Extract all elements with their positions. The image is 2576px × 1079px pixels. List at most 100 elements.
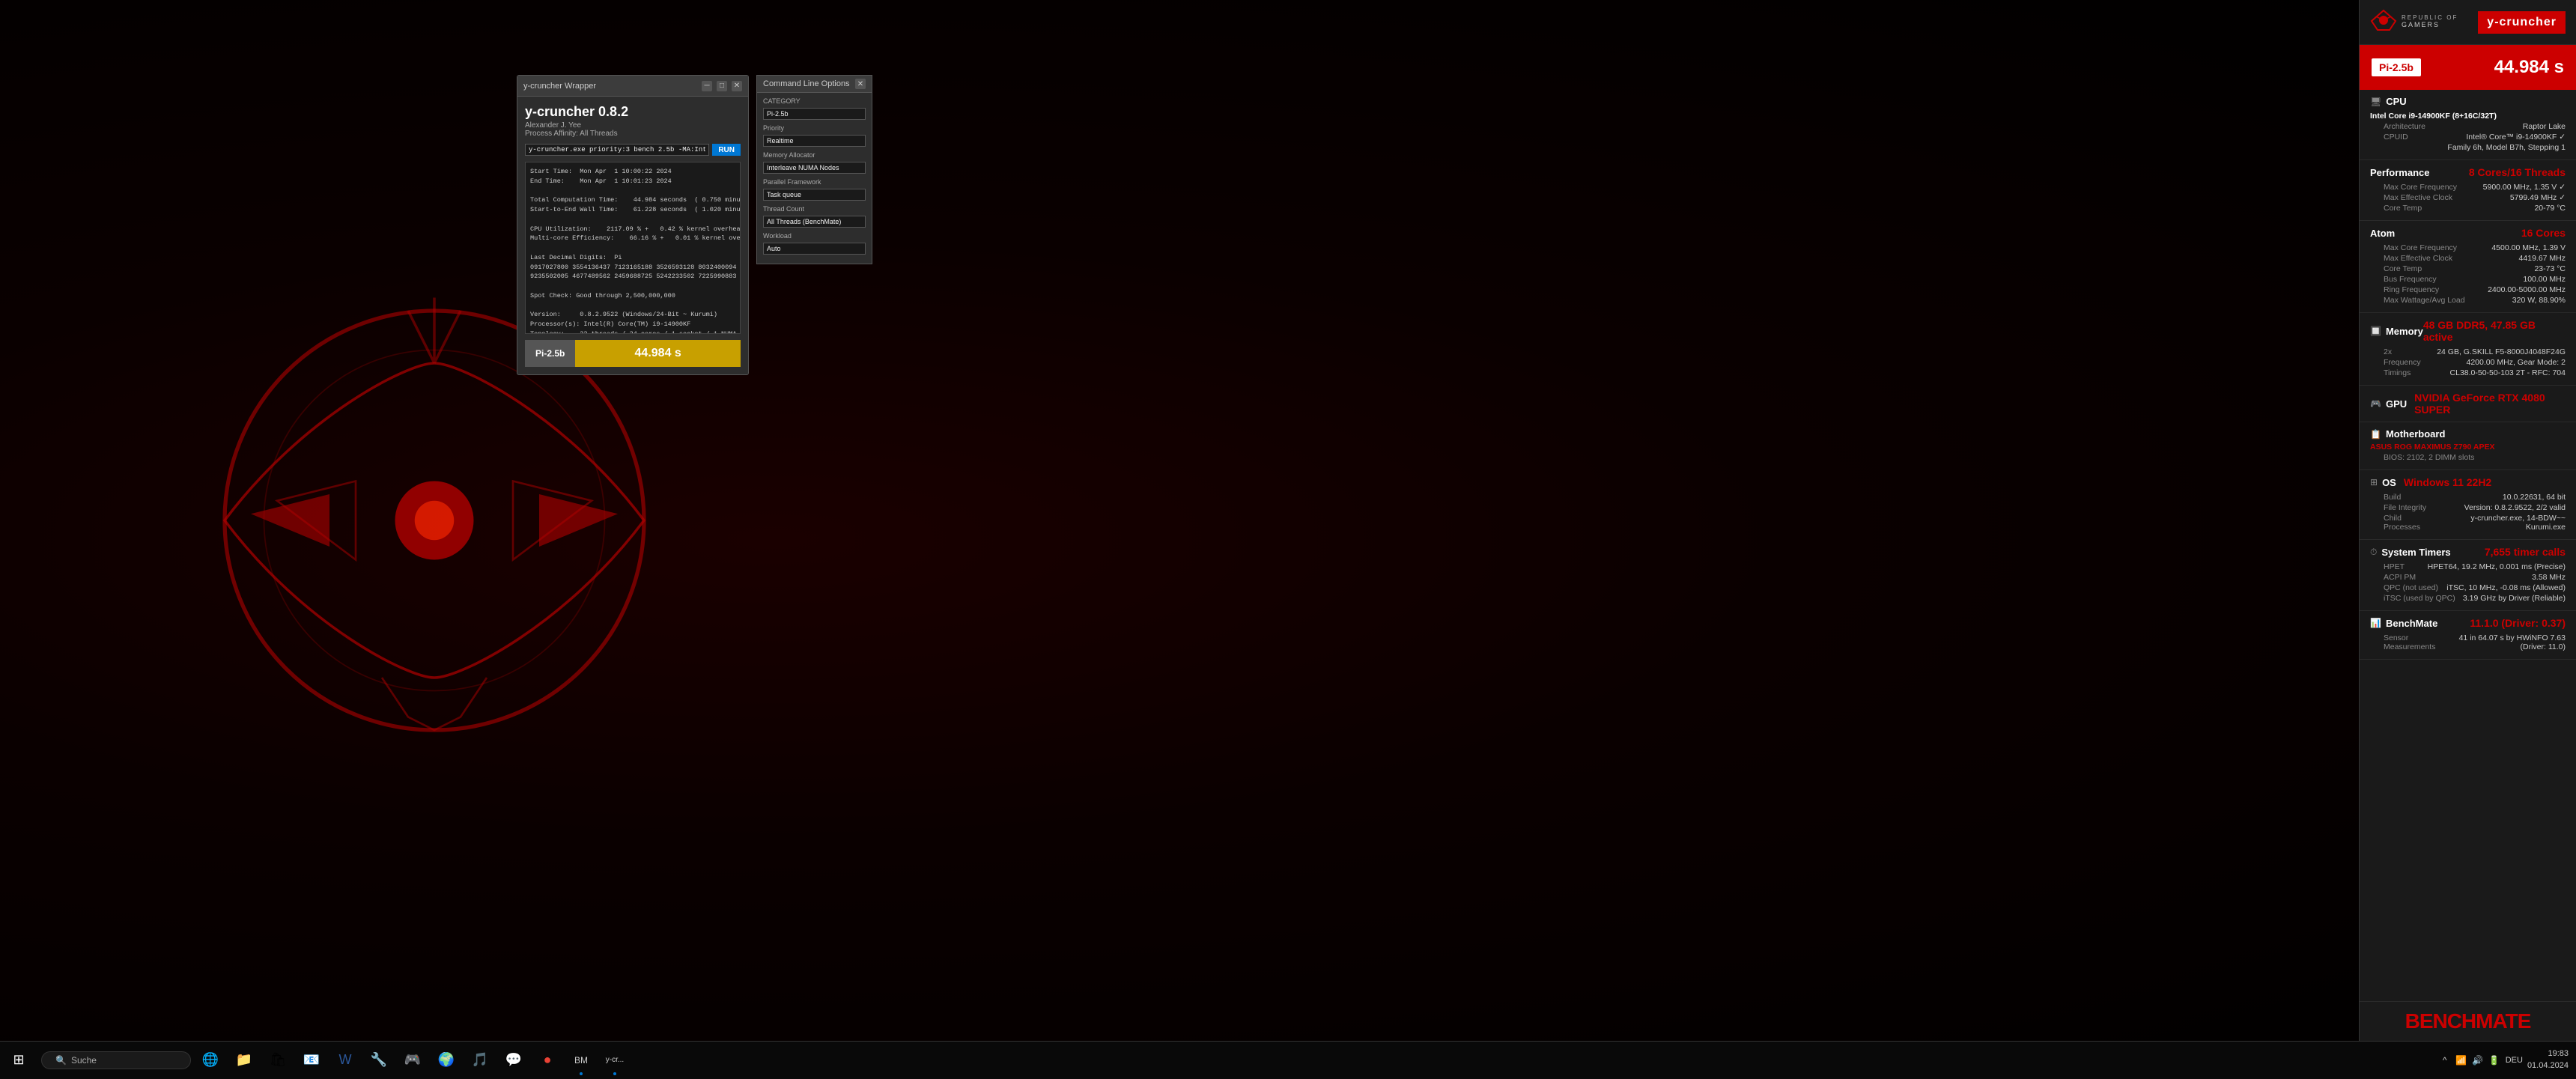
benchmate-icon: 📊 [2370, 618, 2381, 628]
bm-timers-header: ⏱ System Timers 7,655 timer calls [2370, 546, 2566, 558]
taskbar-mail[interactable]: 📧 [295, 1044, 328, 1077]
output-line-4: Total Computation Time: 44.984 seconds (… [530, 195, 735, 205]
desktop: y-cruncher Wrapper ─ □ ✕ y-cruncher 0.8.… [0, 0, 2576, 1078]
start-button[interactable]: ⊞ [0, 1042, 37, 1079]
max-eff-clock-value: 5799.49 MHz ✓ [2510, 193, 2566, 202]
taskbar-store[interactable]: 🛍 [261, 1044, 294, 1077]
taskbar-edge[interactable]: 🌐 [194, 1044, 227, 1077]
output-line-16: Version: 0.8.2.9522 (Windows/24-Bit ~ Ku… [530, 310, 735, 320]
clock-date: 01.04.2024 [2527, 1060, 2569, 1072]
bm-body: 🖥 CPU Intel Core i9-14900KF (8+16C/32T) … [2360, 90, 2576, 1001]
output-terminal: Start Time: Mon Apr 1 10:00:22 2024 End … [525, 162, 741, 334]
cpu-arch-label: Architecture [2370, 122, 2425, 131]
atom-core-freq-value: 4500.00 MHz, 1.39 V [2491, 243, 2566, 252]
clock-time: 19:83 [2527, 1048, 2569, 1060]
max-core-freq-label: Max Core Frequency [2370, 183, 2457, 192]
taskbar-app3[interactable]: 🌍 [430, 1044, 463, 1077]
bm-os-child-row: Child Processes y-cruncher.exe, 14-BDW~~… [2370, 514, 2566, 532]
taskbar-search-box[interactable]: 🔍 Suche [41, 1051, 191, 1069]
taskbar-clock: 19:83 01.04.2024 [2527, 1048, 2569, 1072]
timer-icon: ⏱ [2370, 547, 2377, 558]
atom-core-temp-label: Core Temp [2370, 264, 2422, 273]
output-line-15 [530, 301, 735, 311]
bm-cpu-family-row: Family 6h, Model B7h, Stepping 1 [2370, 143, 2566, 152]
mem-timings-value: CL38.0-50-50-103 2T - RFC: 704 [2450, 368, 2566, 377]
close-button[interactable]: ✕ [732, 81, 742, 91]
mb-name: ASUS ROG MAXIMUS Z790 APEX [2370, 443, 2494, 452]
cpu-arch-value: Raptor Lake [2523, 122, 2566, 131]
bm-footer: BENCHMATE [2360, 1001, 2576, 1041]
max-eff-clock-label: Max Effective Clock [2370, 193, 2452, 202]
taskbar-chrome[interactable]: ● [531, 1044, 564, 1077]
priority-select[interactable]: Realtime [763, 135, 866, 147]
bm-cpu-model-row: Intel Core i9-14900KF (8+16C/32T) [2370, 112, 2566, 121]
itsc-label: iTSC (used by QPC) [2370, 594, 2455, 603]
atom-subtitle: 16 Cores [2521, 227, 2566, 239]
command-input[interactable] [525, 144, 709, 156]
timers-subtitle: 7,655 timer calls [2485, 546, 2566, 558]
bm-mem-count-row: 2x 24 GB, G.SKILL F5-8000J4048F24G [2370, 347, 2566, 356]
workload-select[interactable]: Auto [763, 243, 866, 255]
bm-timers-section: ⏱ System Timers 7,655 timer calls HPET H… [2360, 540, 2576, 611]
option-category: CATEGORY Pi-2.5b [763, 97, 866, 120]
category-select[interactable]: Pi-2.5b [763, 108, 866, 120]
memory-allocator-select[interactable]: Interleave NUMA Nodes [763, 162, 866, 174]
benchmate-logo: BENCHMATE [2370, 1009, 2566, 1033]
option-workload: Workload Auto [763, 232, 866, 255]
app-title: y-cruncher 0.8.2 [525, 104, 741, 120]
bm-ring-freq-row: Ring Frequency 2400.00-5000.00 MHz [2370, 285, 2566, 294]
gpu-icon: 🎮 [2370, 398, 2381, 409]
taskbar-ycruncher[interactable]: y-cr... [598, 1044, 631, 1077]
qpc-value: iTSC, 10 MHz, -0.08 ms (Allowed) [2446, 583, 2566, 592]
atom-core-temp-value: 23-73 °C [2534, 264, 2566, 273]
maximize-button[interactable]: □ [717, 81, 727, 91]
bm-mb-bios-row: BIOS: 2102, 2 DIMM slots [2370, 453, 2566, 462]
output-line-8: Multi-core Efficiency: 66.16 % + 0.01 % … [530, 234, 735, 243]
bm-core-temp-row: Core Temp 20-79 °C [2370, 204, 2566, 213]
taskbar-benchmate[interactable]: BM [565, 1044, 598, 1077]
memory-title: Memory [2386, 326, 2423, 337]
perf-subtitle: 8 Cores/16 Threads [2469, 166, 2566, 178]
taskbar-file-explorer[interactable]: 📁 [228, 1044, 261, 1077]
bm-atom-core-freq-row: Max Core Frequency 4500.00 MHz, 1.39 V [2370, 243, 2566, 252]
output-line-3 [530, 186, 735, 196]
bm-max-eff-clock-row: Max Effective Clock 5799.49 MHz ✓ [2370, 193, 2566, 202]
bm-atom-eff-clock-row: Max Effective Clock 4419.67 MHz [2370, 254, 2566, 263]
taskbar-right: ^ 📶 🔊 🔋 DEU 19:83 01.04.2024 [2438, 1048, 2576, 1072]
os-build-value: 10.0.22631, 64 bit [2503, 493, 2566, 502]
rog-text: REPUBLIC OF GAMERS [2402, 15, 2458, 29]
core-temp-value: 20-79 °C [2534, 204, 2566, 213]
taskbar-word[interactable]: W [329, 1044, 362, 1077]
output-line-6 [530, 215, 735, 225]
bm-bm-header: 📊 BenchMate 11.1.0 (Driver: 0.37) [2370, 617, 2566, 629]
core-temp-label: Core Temp [2370, 204, 2422, 213]
cpu-model: Intel Core i9-14900KF (8+16C/32T) [2370, 112, 2497, 121]
taskbar-pinned-apps: 🌐 📁 🛍 📧 W 🔧 🎮 🌍 🎵 💬 ● BM y-cr... [194, 1044, 631, 1077]
taskbar-app4[interactable]: 🎵 [464, 1044, 496, 1077]
run-button[interactable]: RUN [712, 144, 741, 156]
output-line-10: Last Decimal Digits: Pi [530, 253, 735, 263]
option-priority: Priority Realtime [763, 124, 866, 147]
taskbar-app1[interactable]: 🔧 [362, 1044, 395, 1077]
ycruncher-window: y-cruncher Wrapper ─ □ ✕ y-cruncher 0.8.… [517, 75, 749, 375]
bm-cpu-section: 🖥 CPU Intel Core i9-14900KF (8+16C/32T) … [2360, 90, 2576, 160]
output-line-11: 0917027800 3554136437 7123165188 3526593… [530, 263, 735, 273]
option-memory-allocator: Memory Allocator Interleave NUMA Nodes [763, 151, 866, 174]
bm-os-header: ⊞ OS Windows 11 22H2 [2370, 476, 2566, 488]
output-line-18: Topology: 32 threads / 24 cores / 1 sock… [530, 329, 735, 334]
mb-title: Motherboard [2386, 428, 2445, 440]
cmdoptions-close[interactable]: ✕ [855, 79, 866, 89]
cmdoptions-panel: Command Line Options ✕ CATEGORY Pi-2.5b … [756, 75, 872, 264]
result-value: 44.984 s [575, 340, 741, 367]
minimize-button[interactable]: ─ [702, 81, 712, 91]
taskbar-app5[interactable]: 💬 [497, 1044, 530, 1077]
output-line-14: Spot Check: Good through 2,500,000,000 [530, 291, 735, 301]
bm-bm-title: BenchMate [2386, 618, 2437, 629]
mem-freq-value: 4200.00 MHz, Gear Mode: 2 [2467, 358, 2566, 367]
parallel-framework-select[interactable]: Task queue [763, 189, 866, 201]
taskbar-app2[interactable]: 🎮 [396, 1044, 429, 1077]
thread-count-select[interactable]: All Threads (BenchMate) [763, 216, 866, 228]
bm-result-header: Pi-2.5b 44.984 s [2360, 45, 2576, 90]
output-line-17: Processor(s): Intel(R) Core(TM) i9-14900… [530, 320, 735, 329]
hpet-label: HPET [2370, 562, 2405, 571]
